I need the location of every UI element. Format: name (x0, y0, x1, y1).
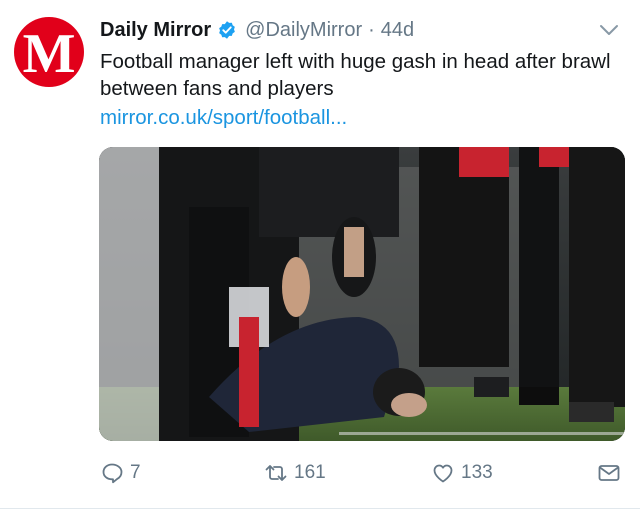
tweet-actions: 7 161 133 (0, 455, 640, 491)
author-name[interactable]: Daily Mirror (100, 19, 211, 42)
like-count: 133 (461, 462, 493, 483)
reply-count: 7 (130, 462, 141, 483)
direct-message-action[interactable] (597, 455, 621, 491)
retweet-count: 161 (294, 462, 326, 483)
tweet-link[interactable]: mirror.co.uk/sport/football... (100, 106, 347, 130)
tweet-photo[interactable] (99, 147, 625, 441)
reply-action[interactable]: 7 (100, 455, 141, 491)
brawl-photo-image (99, 147, 625, 441)
tweet-text: Football manager left with huge gash in … (100, 50, 611, 100)
like-action[interactable]: 133 (431, 455, 493, 491)
retweet-icon (265, 465, 287, 481)
retweet-action[interactable]: 161 (264, 455, 326, 491)
reply-icon (102, 463, 123, 484)
author-handle[interactable]: @DailyMirror (245, 19, 362, 42)
tweet-header: Daily Mirror @DailyMirror · 44d (100, 15, 414, 45)
envelope-icon (598, 465, 620, 481)
tweet-timestamp[interactable]: 44d (381, 19, 414, 42)
verified-badge-icon (219, 21, 235, 39)
heart-icon (433, 464, 453, 483)
chevron-down-icon[interactable] (598, 22, 620, 38)
divider (0, 508, 640, 509)
avatar-logo-letter: M (22, 23, 76, 85)
avatar[interactable]: M (14, 17, 84, 87)
separator-dot: · (368, 18, 375, 41)
